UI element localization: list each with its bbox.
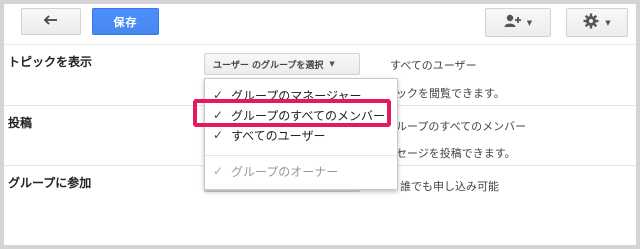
setting-desc-detail: セージを投稿できます。	[396, 147, 516, 160]
chevron-down-icon: ▼	[329, 60, 335, 68]
dropdown-value: ユーザー のグループを選択	[213, 60, 324, 71]
view-topics-dropdown[interactable]: ユーザー のグループを選択 ▼	[204, 53, 360, 75]
toolbar: 保存 ▼ ▼	[4, 4, 636, 45]
settings-button[interactable]: ▼	[566, 8, 628, 37]
setting-desc: 誰でも申し込み可能	[400, 180, 499, 193]
highlight-box	[193, 99, 391, 127]
setting-label: 投稿	[8, 116, 33, 130]
chevron-down-icon: ▼	[605, 18, 611, 27]
check-icon: ✓	[212, 164, 224, 178]
person-add-icon	[504, 14, 522, 31]
menu-item-all-users[interactable]: ✓ すべてのユーザー	[205, 125, 397, 145]
menu-item-label: すべてのユーザー	[231, 128, 326, 143]
chevron-down-icon: ▼	[526, 18, 533, 27]
back-button[interactable]	[21, 8, 81, 35]
save-button-label: 保存	[113, 15, 138, 29]
settings-panel: 保存 ▼ ▼ トピックを表示 ユーザー のグループを選択 ▼ すべてのユーザー …	[0, 0, 640, 249]
menu-item-label: グループのオーナー	[231, 164, 339, 179]
setting-label: グループに参加	[8, 176, 92, 190]
check-icon: ✓	[212, 128, 224, 142]
add-member-button[interactable]: ▼	[485, 8, 551, 37]
save-button[interactable]: 保存	[92, 8, 159, 35]
setting-label: トピックを表示	[8, 55, 93, 69]
menu-item-owners: ✓ グループのオーナー	[205, 161, 397, 181]
setting-desc-detail: ックを閲覧できます。	[396, 87, 505, 100]
setting-desc: すべてのユーザー	[390, 59, 477, 72]
view-topics-menu: ✓ グループのマネージャー ✓ グループのすべてのメンバー ✓ すべてのユーザー…	[204, 78, 398, 190]
setting-desc: ループのすべてのメンバー	[396, 120, 527, 133]
menu-divider	[205, 155, 397, 156]
arrow-left-icon	[43, 15, 58, 28]
gear-icon	[583, 13, 599, 32]
